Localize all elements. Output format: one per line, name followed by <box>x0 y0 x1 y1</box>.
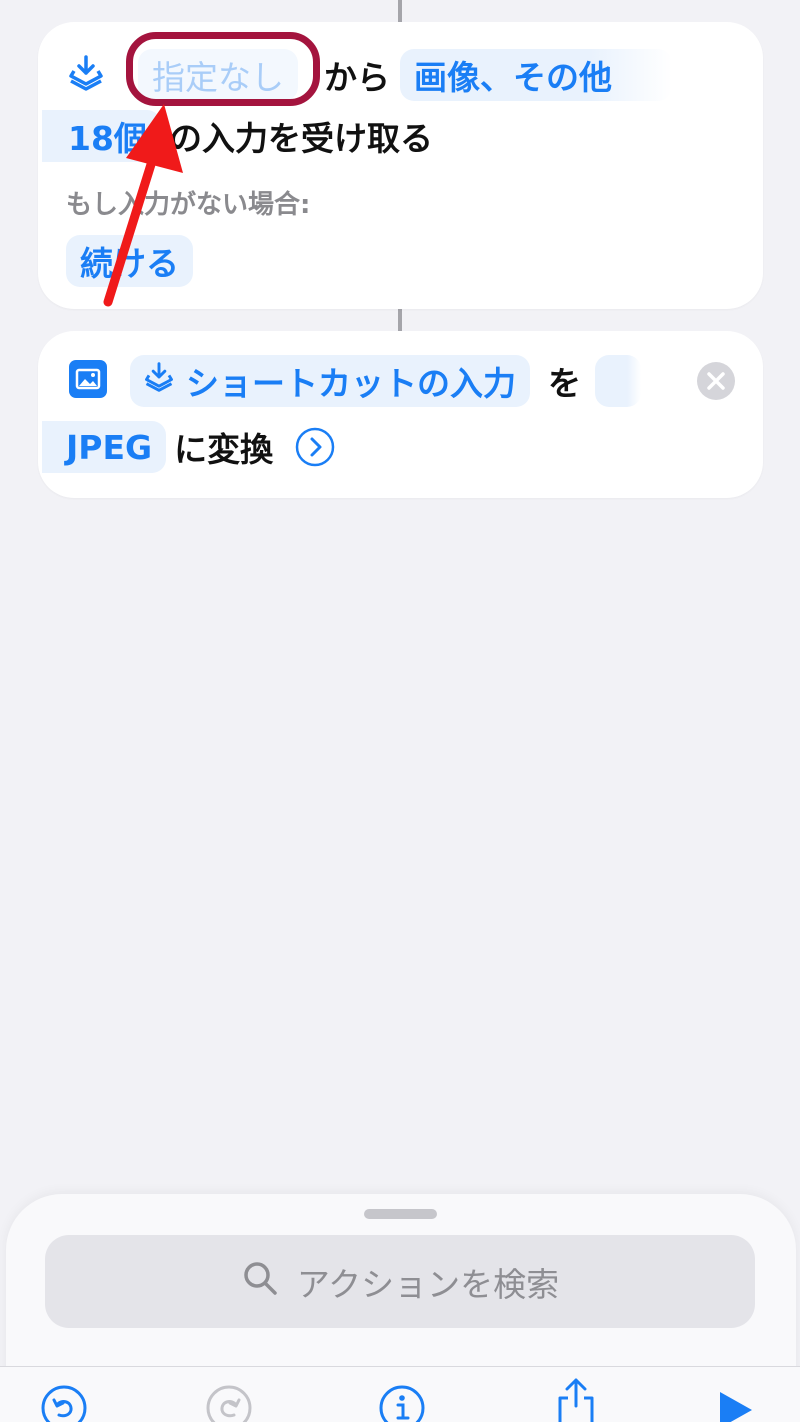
shortcut-input-token-icon <box>144 360 174 402</box>
format-token[interactable]: JPEG <box>42 421 167 473</box>
redo-icon[interactable] <box>205 1384 253 1422</box>
photo-icon <box>68 359 108 403</box>
search-icon <box>241 1259 279 1305</box>
action-search-field[interactable]: アクションを検索 <box>45 1235 755 1328</box>
convert-text: に変換 <box>174 430 274 469</box>
close-icon[interactable] <box>696 361 736 405</box>
chevron-right-icon[interactable] <box>295 427 335 467</box>
input-token[interactable]: ショートカットの入力 <box>130 355 530 407</box>
annotation-arrow <box>103 104 183 307</box>
shortcut-editor: 指定なし から 画像、その他 18個 の入力を受け取る もし入力がない場合: 続… <box>0 0 800 1422</box>
search-placeholder: アクションを検索 <box>296 1264 560 1304</box>
info-icon[interactable] <box>378 1384 426 1422</box>
wo-text: を <box>548 364 581 403</box>
input-token-label: ショートカットの入力 <box>186 364 516 403</box>
empty-token[interactable] <box>595 355 641 407</box>
sheet-grabber[interactable] <box>364 1209 437 1219</box>
convert-image-action-card[interactable]: ショートカットの入力 を JPEG に変換 <box>38 331 763 498</box>
undo-icon[interactable] <box>40 1384 88 1422</box>
play-icon[interactable] <box>716 1390 756 1422</box>
share-icon[interactable] <box>552 1376 600 1422</box>
